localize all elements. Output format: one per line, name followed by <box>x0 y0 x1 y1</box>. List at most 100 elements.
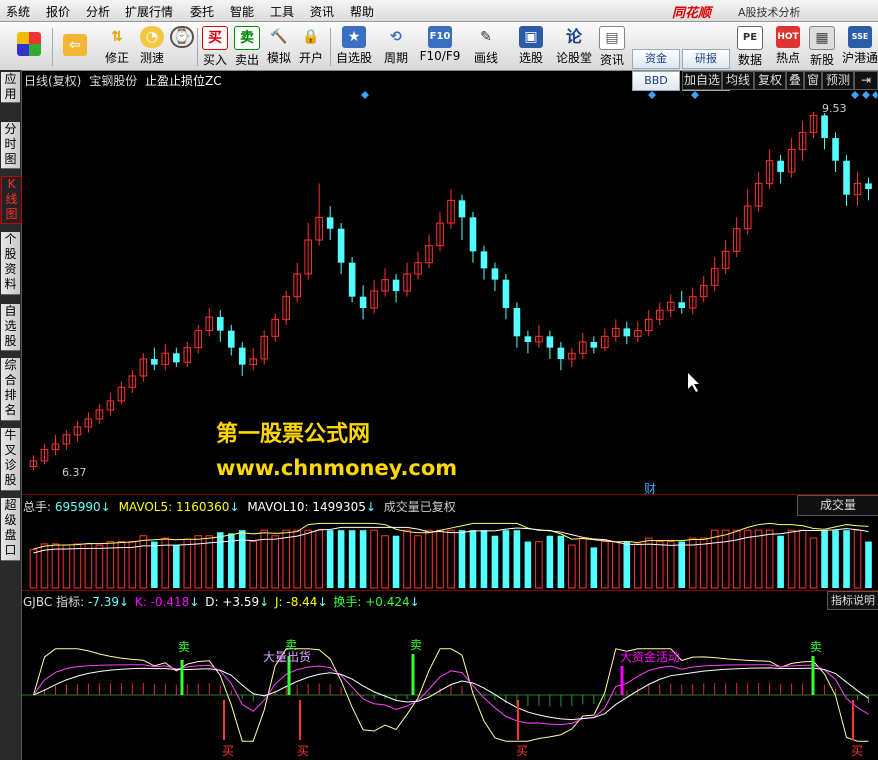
buy-signal: 买 <box>516 744 529 758</box>
volume-bar <box>557 535 565 588</box>
candle-body <box>469 217 477 252</box>
down-arrow-icon: ↓ <box>189 595 200 609</box>
j-value: -8.44 <box>286 595 318 609</box>
volume-bar <box>117 541 126 589</box>
volume-bar <box>51 543 60 589</box>
volume-bar <box>348 530 356 588</box>
candle-body <box>777 160 784 173</box>
volume-bar <box>128 541 137 589</box>
candle-body <box>843 160 850 195</box>
volume-note: 成交量已复权 <box>383 500 456 514</box>
volume-bar <box>62 544 71 589</box>
volume-bar <box>447 529 455 589</box>
candle-body <box>865 183 872 190</box>
volume-bar <box>95 544 104 589</box>
sell-signal: 卖 <box>810 640 823 654</box>
candle-body <box>502 279 510 308</box>
volume-bar <box>777 535 784 588</box>
d-label: D: <box>205 595 223 609</box>
volume-bar <box>469 530 477 588</box>
chart-canvas <box>22 91 878 742</box>
k-value: -0.418 <box>150 595 190 609</box>
candle-body <box>590 341 598 348</box>
mavol10-label: MAVOL10: <box>247 500 313 514</box>
volume-legend: 总手: 695990↓ MAVOL5: 1160360↓ MAVOL10: 14… <box>23 498 456 515</box>
price-grid <box>22 147 878 413</box>
volume-bar <box>359 530 367 588</box>
volume-bar <box>633 543 642 589</box>
mouse-cursor-icon <box>688 373 699 392</box>
k-label: K: <box>134 595 151 609</box>
volume-bar <box>425 529 433 589</box>
total-value: 695990 <box>54 500 101 514</box>
event-marker-icon[interactable] <box>872 91 878 99</box>
event-marker-icon[interactable] <box>648 91 656 99</box>
buy-signal: 买 <box>851 744 864 758</box>
down-arrow-icon: ↓ <box>259 595 270 609</box>
d-value: +3.59 <box>222 595 260 609</box>
indicator-title: GJBC <box>23 595 53 609</box>
big-outflow-label: 大量出货 <box>263 650 312 664</box>
candle-body <box>151 358 158 365</box>
candle-body <box>832 138 839 161</box>
candle-body <box>623 328 631 337</box>
candle-body <box>491 268 499 280</box>
candle-body <box>326 217 334 229</box>
hs-label: 换手: <box>333 595 366 609</box>
event-marker-icon[interactable] <box>862 91 870 99</box>
candle-body <box>557 347 565 359</box>
indicator-help-button[interactable]: 指标说明 <box>827 591 878 610</box>
candle-body <box>392 279 400 291</box>
volume-selector[interactable]: 成交量 <box>797 495 878 516</box>
big-capital-label: 大资金活动 <box>620 650 681 664</box>
watermark-url: www.chnmoney.com <box>216 456 458 480</box>
event-marker-icon[interactable] <box>691 91 699 99</box>
volume-bar <box>710 529 719 589</box>
total-label: 总手: <box>23 500 55 514</box>
mavol10-line <box>33 526 869 554</box>
candle-body <box>546 336 554 348</box>
low-price-label: 6.37 <box>62 466 87 479</box>
candle-body <box>348 262 356 297</box>
down-arrow-icon: ↓ <box>317 595 328 609</box>
volume-bar <box>414 535 422 589</box>
volume-bar <box>655 541 664 589</box>
candle-body <box>480 251 488 269</box>
event-marker-icon[interactable] <box>361 91 369 99</box>
volume-bar <box>798 529 807 589</box>
panel-divider <box>22 590 878 591</box>
volume-bar <box>480 530 488 588</box>
high-price-label: 9.53 <box>822 102 847 115</box>
candlestick-series <box>29 112 872 470</box>
volume-bar <box>821 530 828 588</box>
volume-bar <box>721 529 730 589</box>
volume-bar <box>238 530 246 588</box>
hs-value: +0.424 <box>365 595 410 609</box>
volume-bar <box>337 530 345 588</box>
volume-bar <box>524 541 532 588</box>
candle-body <box>173 353 180 363</box>
volume-bar <box>271 535 280 589</box>
volume-bar <box>458 530 466 588</box>
sell-signal: 卖 <box>178 640 191 654</box>
candle-body <box>359 296 367 308</box>
sell-signal: 卖 <box>410 638 423 652</box>
volume-bar <box>699 537 708 589</box>
indicator-lines <box>22 648 878 742</box>
volume-bar <box>29 549 38 589</box>
volume-bar <box>612 541 620 589</box>
volume-bar <box>601 541 609 589</box>
volume-bar <box>765 529 774 589</box>
mavol5-label: MAVOL5: <box>118 500 176 514</box>
volume-bar <box>183 538 192 589</box>
volume-bar <box>853 529 862 589</box>
panel-divider <box>22 494 878 495</box>
volume-bar <box>315 529 323 589</box>
volume-bar <box>754 529 763 589</box>
volume-bar <box>832 530 839 588</box>
volume-bar <box>216 532 224 588</box>
candle-body <box>227 330 235 348</box>
candle-body <box>216 317 224 331</box>
down-arrow-icon: ↓ <box>100 500 111 514</box>
event-marker-icon[interactable] <box>851 91 859 99</box>
